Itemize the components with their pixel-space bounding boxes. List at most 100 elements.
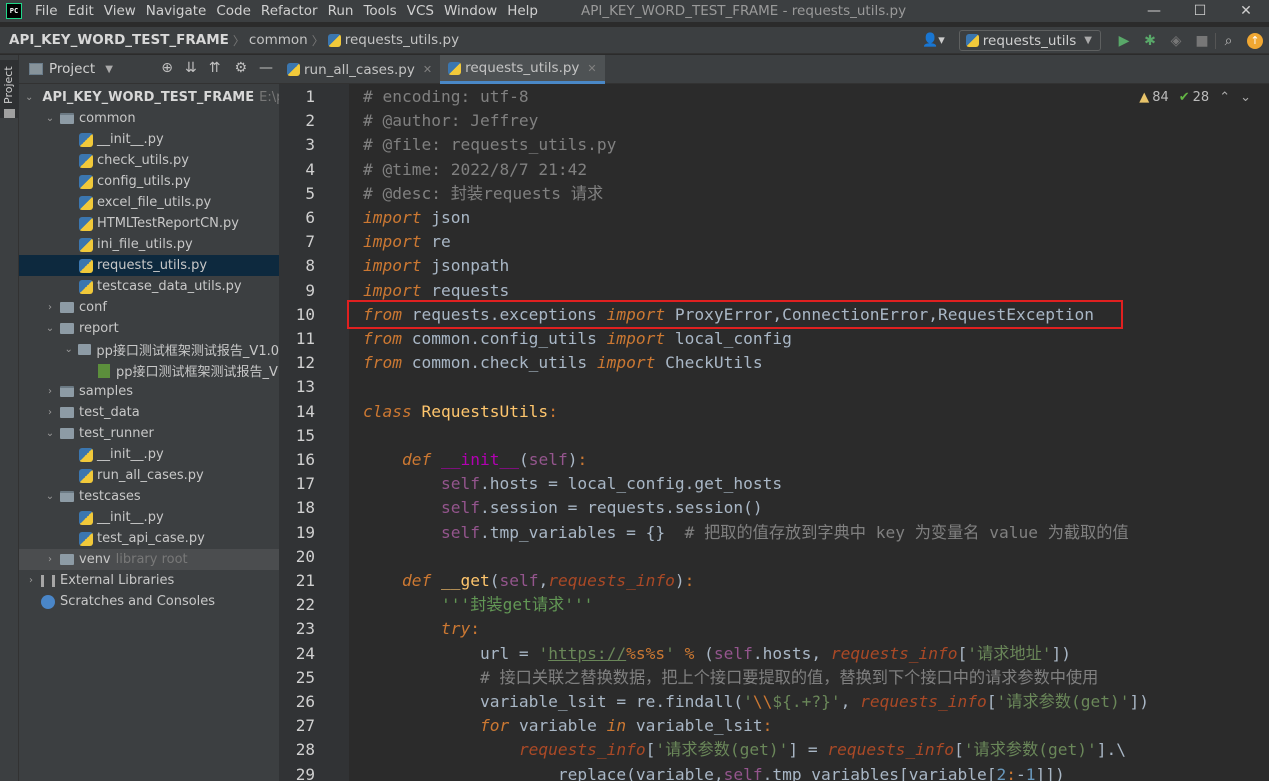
minimize-icon[interactable]: — xyxy=(259,60,273,76)
line-number: 25 xyxy=(295,667,315,687)
menu-item-tools[interactable]: Tools xyxy=(358,3,401,19)
search-icon[interactable]: ⌕ xyxy=(1215,32,1241,49)
tree-item[interactable]: test_api_case.py xyxy=(19,528,279,549)
editor-tab[interactable]: requests_utils.py ✕ xyxy=(440,55,605,84)
breadcrumb-file[interactable]: requests_utils.py xyxy=(345,32,459,48)
code-editor[interactable]: # encoding: utf-8 # @author: Jeffrey # @fi… xyxy=(349,84,1269,781)
tree-item[interactable]: › conf xyxy=(19,297,279,318)
close-window-button[interactable]: ✕ xyxy=(1223,0,1269,22)
tree-item[interactable]: › samples xyxy=(19,381,279,402)
tree-item[interactable]: › test_data xyxy=(19,402,279,423)
stop-icon[interactable]: ■ xyxy=(1189,33,1215,49)
maximize-window-button[interactable]: ☐ xyxy=(1177,0,1223,22)
tree-item[interactable]: HTMLTestReportCN.py xyxy=(19,213,279,234)
tree-item[interactable]: Scratches and Consoles xyxy=(19,591,279,612)
menu-item-run[interactable]: Run xyxy=(323,3,359,19)
tree-item[interactable]: ⌄ API_KEY_WORD_TEST_FRAME E:\p xyxy=(19,87,284,108)
coverage-icon[interactable]: ◈ xyxy=(1163,33,1189,49)
tree-item[interactable]: ⌄ common xyxy=(19,108,279,129)
line-number: 24 xyxy=(295,643,315,663)
tree-item[interactable]: __init__.py xyxy=(19,129,279,150)
close-tab-icon[interactable]: ✕ xyxy=(587,62,596,75)
line-number: 22 xyxy=(295,595,315,615)
menu-item-edit[interactable]: Edit xyxy=(63,3,99,19)
menu-item-refactor[interactable]: Refactor xyxy=(256,3,323,19)
menu-item-view[interactable]: View xyxy=(99,3,141,19)
inspection-widget[interactable]: ▲ 84 ✔ 28 ⌃ ⌄ xyxy=(1139,90,1251,105)
tree-item-hint: library root xyxy=(115,552,188,567)
menu-item-help[interactable]: Help xyxy=(502,3,543,19)
folder-icon xyxy=(60,407,74,418)
chevron-right-icon[interactable]: › xyxy=(44,554,56,565)
toolbar-right: 👤▾ requests_utils ▼ ▶ ✱ ◈ ■ ⌕ ↑ xyxy=(922,27,1269,54)
tree-item[interactable]: ⌄ pp接口测试框架测试报告_V1.0 xyxy=(19,339,279,360)
tree-item-label: ini_file_utils.py xyxy=(97,237,193,252)
chevron-down-icon[interactable]: ⌄ xyxy=(44,323,56,334)
minimize-window-button[interactable]: — xyxy=(1131,0,1177,22)
editor-tab-label: requests_utils.py xyxy=(465,60,580,76)
debug-icon[interactable]: ✱ xyxy=(1137,33,1163,49)
line-number: 2 xyxy=(305,111,315,131)
chevron-down-icon[interactable]: ⌄ xyxy=(25,92,33,103)
chevron-right-icon[interactable]: › xyxy=(44,407,56,418)
menu-item-vcs[interactable]: VCS xyxy=(402,3,439,19)
tree-item[interactable]: › venv library root xyxy=(19,549,279,570)
chevron-right-icon[interactable]: › xyxy=(25,575,37,586)
line-number: 8 xyxy=(305,256,315,276)
close-tab-icon[interactable]: ✕ xyxy=(423,63,432,76)
menu-item-window[interactable]: Window xyxy=(439,3,502,19)
chevron-down-icon[interactable]: ⌄ xyxy=(44,491,56,502)
tree-item[interactable]: __init__.py xyxy=(19,444,279,465)
tree-item[interactable]: ini_file_utils.py xyxy=(19,234,279,255)
chevron-down-icon[interactable]: ⌄ xyxy=(1240,90,1251,105)
window-controls: — ☐ ✕ xyxy=(1131,0,1269,22)
editor-tab[interactable]: run_all_cases.py ✕ xyxy=(279,55,440,84)
tree-item-label: Scratches and Consoles xyxy=(60,594,216,609)
gear-icon[interactable]: ⚙ xyxy=(234,60,247,76)
tree-item[interactable]: ⌄ testcases xyxy=(19,486,279,507)
run-configuration-select[interactable]: requests_utils ▼ xyxy=(958,30,1101,51)
tree-item[interactable]: ⌄ test_runner xyxy=(19,423,279,444)
collapse-icon[interactable]: ⇈ xyxy=(209,60,221,76)
run-icon[interactable]: ▶ xyxy=(1111,33,1137,49)
tree-item[interactable]: pp接口测试框架测试报告_V xyxy=(19,360,279,381)
chevron-down-icon[interactable]: ⌄ xyxy=(63,344,74,355)
code-line: # encoding: utf-8 xyxy=(363,87,529,106)
tree-item[interactable]: › External Libraries xyxy=(19,570,279,591)
tree-item[interactable]: check_utils.py xyxy=(19,150,279,171)
update-icon[interactable]: ↑ xyxy=(1247,32,1263,49)
python-file-icon xyxy=(79,195,93,210)
tree-item[interactable]: __init__.py xyxy=(19,507,279,528)
target-icon[interactable]: ⊕ xyxy=(161,60,173,76)
chevron-up-icon[interactable]: ⌃ xyxy=(1219,90,1230,105)
chevron-down-icon[interactable]: ⌄ xyxy=(44,113,56,124)
python-file-icon xyxy=(79,174,93,189)
user-icon[interactable]: 👤▾ xyxy=(922,33,945,48)
chevron-right-icon[interactable]: › xyxy=(44,386,56,397)
line-number: 4 xyxy=(305,159,315,179)
project-tool-label: Project xyxy=(2,66,15,104)
tree-item[interactable]: testcase_data_utils.py xyxy=(19,276,279,297)
breadcrumb-project[interactable]: API_KEY_WORD_TEST_FRAME xyxy=(9,32,229,48)
code-line: # 接口关联之替换数据，把上个接口要提取的值，替换到下个接口中的请求参数中使用 xyxy=(363,667,1099,687)
menu-item-navigate[interactable]: Navigate xyxy=(141,3,212,19)
line-number: 9 xyxy=(305,280,315,300)
tree-item[interactable]: config_utils.py xyxy=(19,171,279,192)
line-number: 27 xyxy=(295,716,315,736)
tree-item[interactable]: excel_file_utils.py xyxy=(19,192,279,213)
chevron-right-icon[interactable]: › xyxy=(44,302,56,313)
code-line: class RequestsUtils: xyxy=(363,401,558,421)
highlight-annotation-box xyxy=(347,300,1123,329)
chevron-down-icon[interactable]: ⌄ xyxy=(44,428,56,439)
tree-item[interactable]: run_all_cases.py xyxy=(19,465,279,486)
project-view-select[interactable]: Project ▼ xyxy=(29,61,113,77)
line-number-gutter: 1 2 3 4 5 6 7 8 9 10 11 12 13 14 15 16 17 18 19 20 21 22 23 24 2… xyxy=(279,84,358,781)
menu-item-code[interactable]: Code xyxy=(211,3,256,19)
warning-count: 84 xyxy=(1152,90,1169,105)
tree-item[interactable]: requests_utils.py xyxy=(19,255,279,276)
code-line: from common.check_utils import CheckUtil… xyxy=(363,353,763,373)
breadcrumb-folder[interactable]: common xyxy=(249,32,308,48)
tree-item[interactable]: ⌄ report xyxy=(19,318,279,339)
expand-icon[interactable]: ⇊ xyxy=(185,60,197,76)
menu-item-file[interactable]: File xyxy=(30,3,63,19)
